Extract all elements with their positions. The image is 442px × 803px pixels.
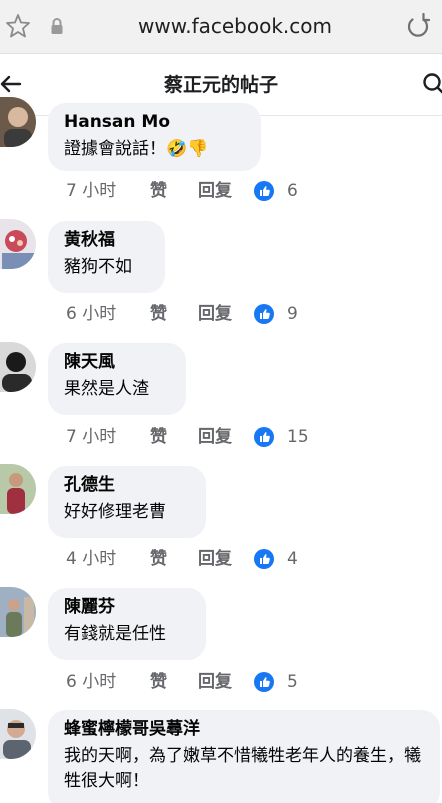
url-text[interactable]: www.facebook.com: [110, 12, 360, 40]
comment-text: 果然是人渣: [64, 379, 149, 399]
like-reaction-icon[interactable]: [254, 427, 274, 447]
reaction-count[interactable]: 4: [287, 546, 298, 572]
comment-bubble: 陳天風 果然是人渣: [48, 343, 186, 415]
like-button[interactable]: 赞: [150, 669, 167, 695]
page-title: 蔡正元的帖子: [163, 74, 278, 96]
comment-bubble: 孔德生 好好修理老曹: [48, 466, 206, 538]
like-button[interactable]: 赞: [150, 424, 167, 450]
commenter-name[interactable]: 黄秋福: [64, 229, 151, 251]
comment-actions: 4 小时 赞 回复 4: [66, 546, 326, 572]
browser-url-bar: www.facebook.com: [0, 0, 442, 54]
like-button[interactable]: 赞: [150, 301, 167, 327]
commenter-name[interactable]: 陳麗芬: [64, 596, 192, 618]
search-icon[interactable]: [422, 72, 442, 98]
reply-button[interactable]: 回复: [198, 669, 232, 695]
reaction-count[interactable]: 9: [287, 301, 298, 327]
like-reaction-icon[interactable]: [254, 549, 274, 569]
comment-bubble: 黄秋福 豬狗不如: [48, 221, 165, 293]
reply-button[interactable]: 回复: [198, 546, 232, 572]
back-arrow-icon[interactable]: [0, 72, 22, 96]
reload-icon[interactable]: [403, 11, 433, 41]
comment-actions: 6 小时 赞 回复 9: [66, 301, 326, 327]
reaction-count[interactable]: 6: [287, 178, 298, 204]
reaction-count[interactable]: 5: [287, 669, 298, 695]
comment-text: 我的天啊，為了嫩草不惜犧牲老年人的養生，犧牲很大啊！: [64, 746, 421, 791]
reply-button[interactable]: 回复: [198, 178, 232, 204]
comment-bubble: 陳麗芬 有錢就是任性: [48, 588, 206, 660]
like-button[interactable]: 赞: [150, 546, 167, 572]
comment-time[interactable]: 4 小时: [66, 546, 116, 572]
comment-time[interactable]: 6 小时: [66, 301, 116, 327]
comment-actions: 7 小时 赞 回复 6: [66, 178, 326, 204]
comment-text: 好好修理老曹: [64, 502, 166, 522]
reply-button[interactable]: 回复: [198, 301, 232, 327]
comment-actions: 6 小时 赞 回复 5: [66, 669, 326, 695]
comment-text: 豬狗不如: [64, 257, 132, 277]
comment-time[interactable]: 6 小时: [66, 669, 116, 695]
like-button[interactable]: 赞: [150, 178, 167, 204]
comment-time[interactable]: 7 小时: [66, 178, 116, 204]
reaction-count[interactable]: 15: [287, 424, 309, 450]
comment-time[interactable]: 7 小时: [66, 424, 116, 450]
commenter-name[interactable]: 孔德生: [64, 474, 192, 496]
like-reaction-icon[interactable]: [254, 672, 274, 692]
like-reaction-icon[interactable]: [254, 181, 274, 201]
commenter-name[interactable]: 蜂蜜檸檬哥吳蕁洋: [64, 718, 426, 740]
like-reaction-icon[interactable]: [254, 304, 274, 324]
avatar[interactable]: [0, 342, 36, 392]
lock-icon: [51, 18, 63, 34]
comment-bubble: Hansan Mo 證據會說話！🤣👎: [48, 103, 261, 171]
comment-bubble: 蜂蜜檸檬哥吳蕁洋 我的天啊，為了嫩草不惜犧牲老年人的養生，犧牲很大啊！: [48, 710, 440, 803]
star-icon[interactable]: [4, 12, 32, 40]
comment-actions: 7 小时 赞 回复 15: [66, 424, 326, 450]
commenter-name[interactable]: Hansan Mo: [64, 111, 247, 133]
avatar[interactable]: [0, 709, 36, 759]
commenter-name[interactable]: 陳天風: [64, 351, 172, 373]
comment-text: 有錢就是任性: [64, 624, 166, 644]
avatar[interactable]: [0, 464, 36, 514]
avatar[interactable]: [0, 587, 36, 637]
comment-text: 證據會說話！🤣👎: [64, 139, 209, 159]
reply-button[interactable]: 回复: [198, 424, 232, 450]
avatar[interactable]: [0, 219, 36, 269]
